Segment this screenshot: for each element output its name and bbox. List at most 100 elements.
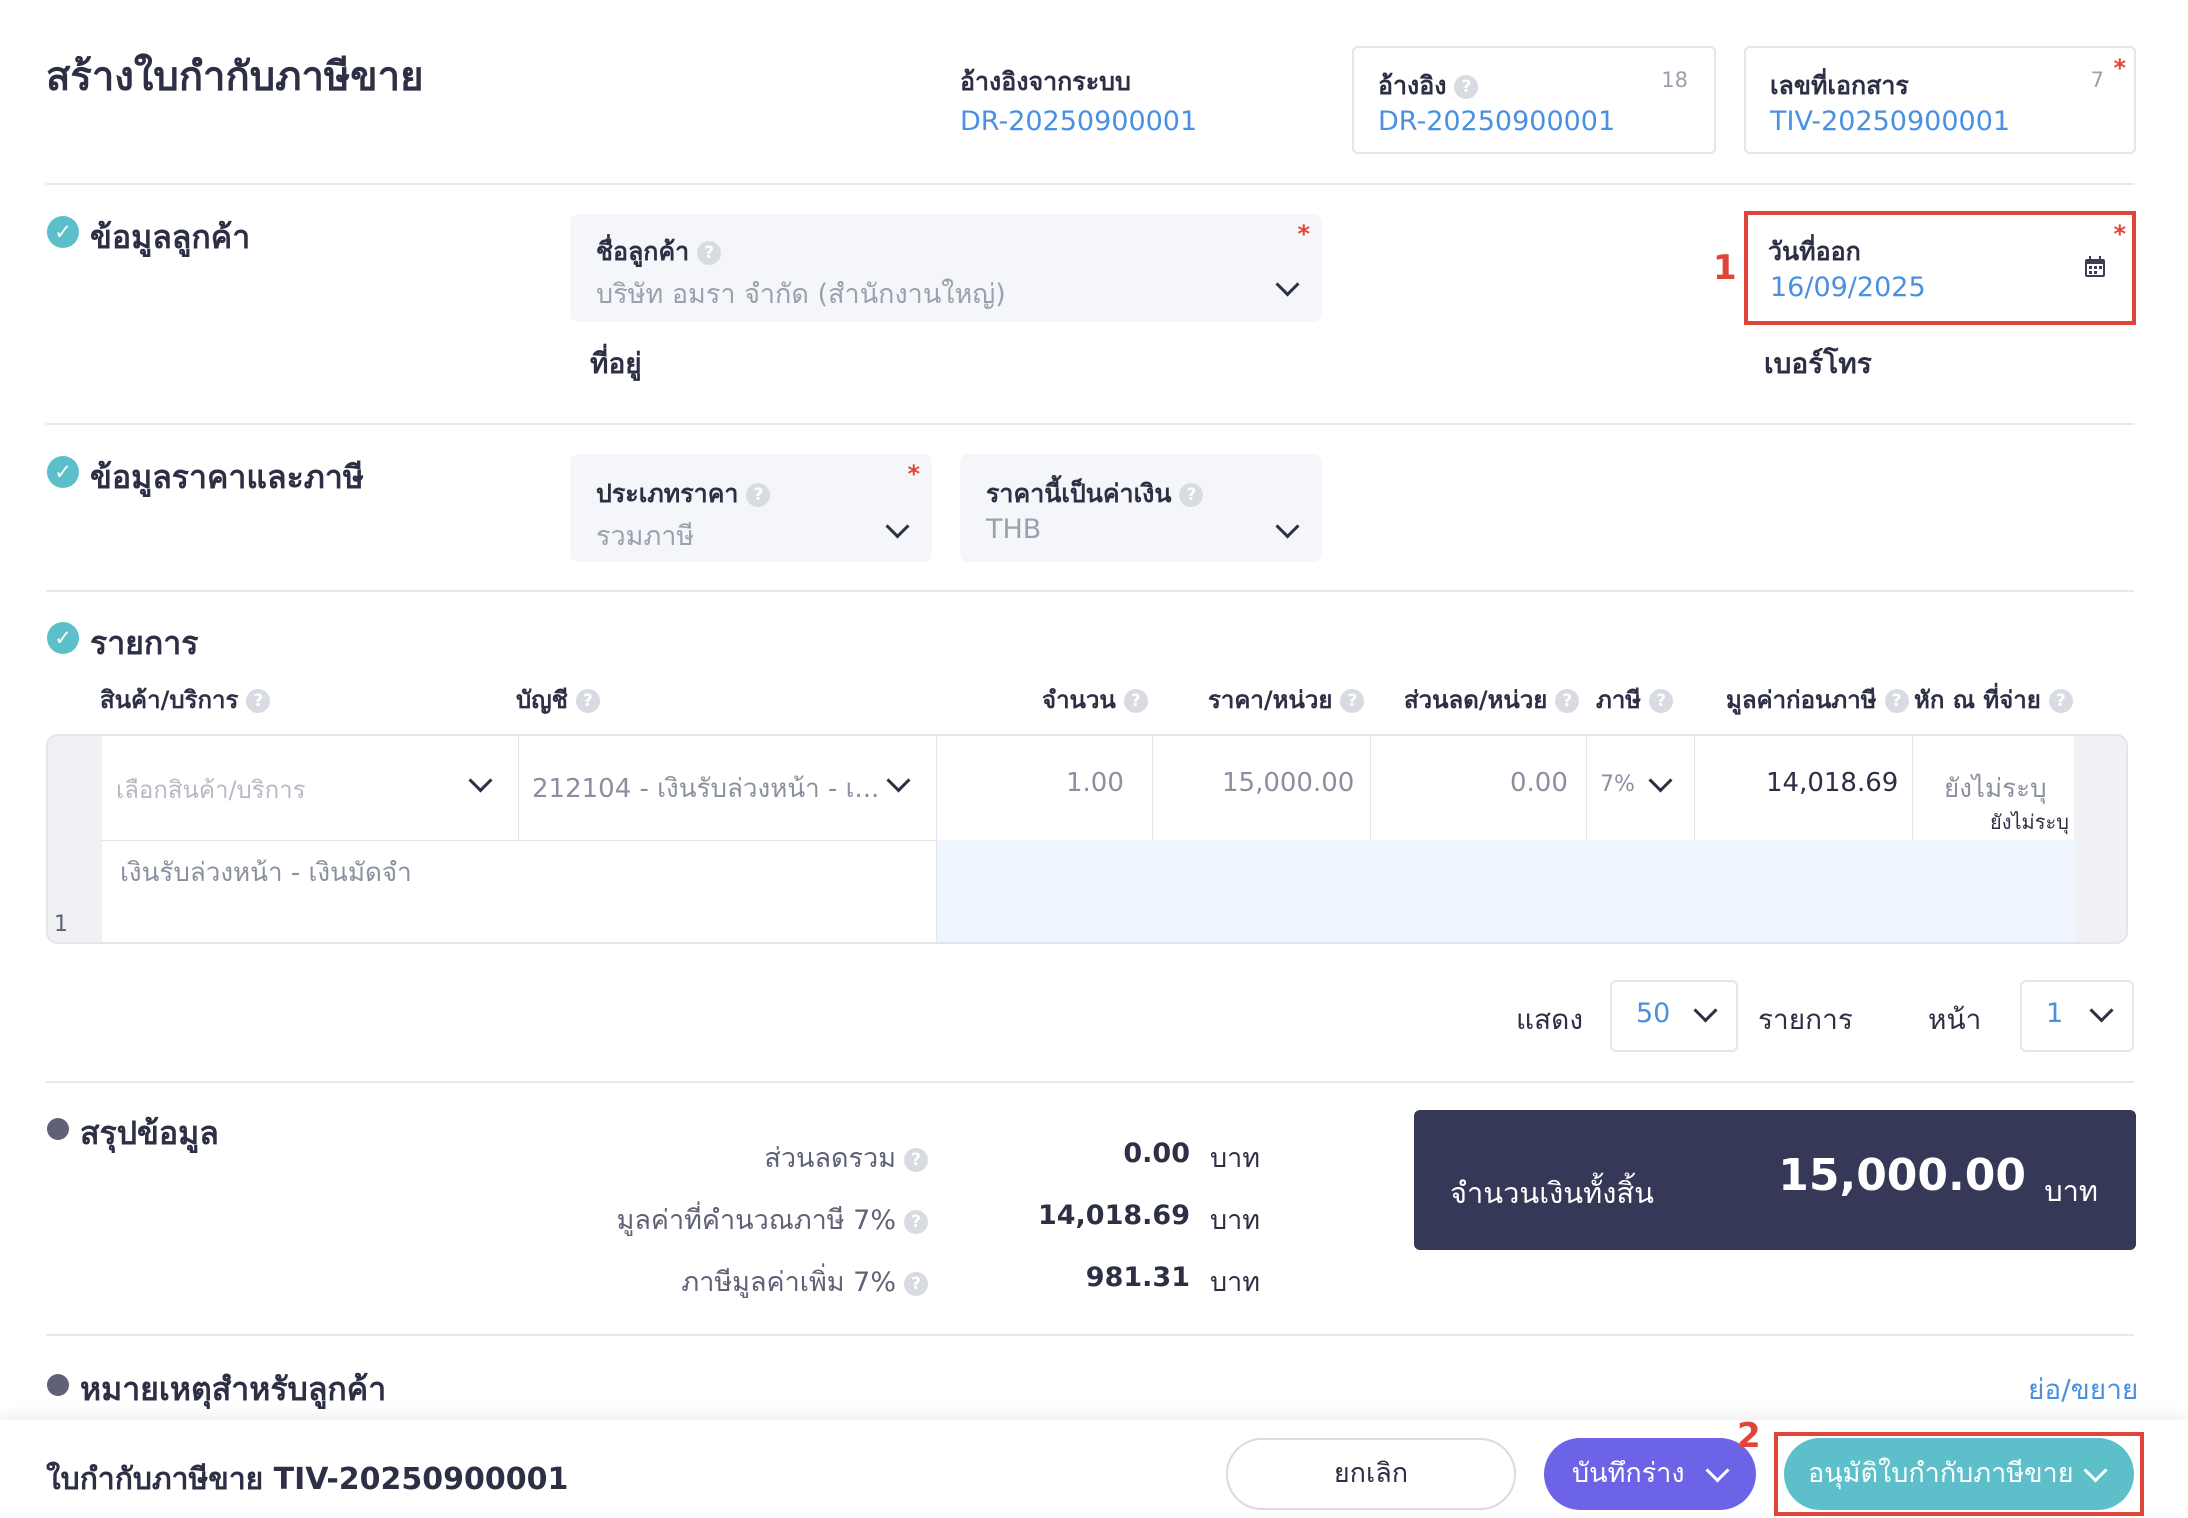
vat-label: ภาษีมูลค่าเพิ่ม 7%?	[681, 1260, 928, 1303]
taxable-amount-label: มูลค่าที่คำนวณภาษี 7%?	[617, 1198, 928, 1241]
chevron-down-icon	[1275, 514, 1300, 539]
help-icon[interactable]: ?	[1454, 75, 1479, 99]
system-ref-link[interactable]: DR-20250900001	[960, 106, 1197, 137]
annotation-highlight-1	[1744, 211, 2136, 325]
document-number-char-counter: 7	[2090, 68, 2104, 92]
help-icon[interactable]: ?	[575, 689, 600, 713]
help-icon[interactable]: ?	[1340, 689, 1365, 713]
help-icon[interactable]: ?	[904, 1147, 928, 1172]
help-icon[interactable]: ?	[246, 689, 271, 713]
item-description[interactable]: เงินรับล่วงหน้า - เงินมัดจำ	[120, 852, 412, 893]
phone-label: เบอร์โทร	[1764, 347, 1872, 380]
reference-value[interactable]: DR-20250900001	[1378, 106, 1615, 137]
save-draft-button[interactable]: บันทึกร่าง	[1544, 1438, 1756, 1510]
currency-select[interactable]: ราคานี้เป็นค่าเงิน? THB	[960, 454, 1322, 562]
taxable-amount-value: 14,018.69	[1037, 1200, 1190, 1231]
customer-section-title: ข้อมูลลูกค้า	[90, 218, 251, 256]
show-label: แสดง	[1516, 1003, 1583, 1036]
column-header-discount: ส่วนลด/หน่วย?	[1404, 680, 1580, 719]
per-page-value: 50	[1636, 998, 1671, 1029]
help-icon[interactable]: ?	[1649, 689, 1674, 713]
grand-total-unit: บาท	[2044, 1174, 2098, 1208]
footer-document-title: ใบกำกับภาษีขาย TIV-20250900001	[46, 1462, 569, 1497]
price-section-title: ข้อมูลราคาและภาษี	[90, 458, 364, 496]
chevron-down-icon	[1705, 1458, 1730, 1483]
help-icon[interactable]: ?	[1884, 689, 1909, 713]
document-number-value[interactable]: TIV-20250900001	[1770, 106, 2010, 137]
reference-char-counter: 18	[1661, 68, 1688, 92]
column-header-withholding: หัก ณ ที่จ่าย?	[1914, 680, 2073, 719]
help-icon[interactable]: ?	[904, 1271, 928, 1296]
divider	[46, 423, 2134, 425]
summary-section-title: สรุปข้อมูล	[80, 1114, 219, 1152]
account-select[interactable]: 212104 - เงินรับล่วงหน้า - เ...	[532, 768, 879, 809]
divider	[46, 1334, 2134, 1336]
column-header-quantity: จำนวน?	[1042, 680, 1148, 719]
customer-name-select[interactable]: ชื่อลูกค้า? * บริษัท อมรา จำกัด (สำนักงา…	[570, 214, 1322, 322]
document-number-field[interactable]: เลขที่เอกสาร 7 * TIV-20250900001	[1744, 46, 2136, 154]
page-label: หน้า	[1928, 1003, 1982, 1036]
check-icon: ✓	[47, 456, 79, 488]
required-asterisk: *	[2113, 54, 2126, 82]
customer-name-value: บริษัท อมรา จำกัด (สำนักงานใหญ่)	[596, 279, 1006, 310]
help-icon[interactable]: ?	[904, 1209, 928, 1234]
withholding-select[interactable]: ยังไม่ระบุ	[1944, 768, 2047, 809]
customer-name-label: ชื่อลูกค้า	[596, 237, 690, 266]
currency-unit: บาท	[1210, 1143, 1261, 1174]
items-section-title: รายการ	[90, 624, 199, 662]
chevron-down-icon	[885, 514, 910, 539]
required-asterisk: *	[907, 460, 920, 488]
divider	[46, 183, 2134, 185]
column-header-unit-price: ราคา/หน่วย?	[1208, 680, 1365, 719]
row-detail-area	[936, 840, 2076, 942]
collapse-expand-link[interactable]: ย่อ/ขยาย	[2028, 1368, 2138, 1412]
help-icon[interactable]: ?	[697, 241, 722, 265]
reference-label: อ้างอิง	[1378, 71, 1447, 100]
page-select[interactable]: 1	[2020, 980, 2134, 1052]
row-index: 1	[54, 912, 68, 937]
grand-total-value: 15,000.00	[1778, 1150, 2026, 1201]
check-icon: ✓	[47, 622, 79, 654]
required-asterisk: *	[1297, 220, 1310, 248]
tax-select[interactable]: 7%	[1600, 772, 1635, 797]
grand-total-panel: จำนวนเงินทั้งสิ้น 15,000.00 บาท	[1414, 1110, 2136, 1250]
divider	[46, 590, 2134, 592]
help-icon[interactable]: ?	[746, 483, 771, 507]
help-icon[interactable]: ?	[1555, 689, 1580, 713]
document-number-label: เลขที่เอกสาร	[1770, 71, 1909, 100]
cancel-button[interactable]: ยกเลิก	[1226, 1438, 1516, 1510]
help-icon[interactable]: ?	[2048, 689, 2073, 713]
currency-value: THB	[986, 514, 1042, 545]
currency-label: ราคานี้เป็นค่าเงิน	[986, 479, 1172, 508]
items-label: รายการ	[1758, 1003, 1853, 1036]
pre-tax-value: 14,018.69	[1766, 768, 1899, 798]
annotation-marker-2: 2	[1737, 1416, 1761, 1456]
notes-section-title: หมายเหตุสำหรับลูกค้า	[80, 1370, 387, 1408]
unit-price-input[interactable]: 15,000.00	[1222, 768, 1354, 798]
grand-total-label: จำนวนเงินทั้งสิ้น	[1450, 1176, 1654, 1210]
price-type-select[interactable]: ประเภทราคา? * รวมภาษี	[570, 454, 932, 562]
discount-total-value: 0.00	[1123, 1138, 1190, 1169]
column-header-pre-tax: มูลค่าก่อนภาษี?	[1726, 680, 1909, 719]
product-select[interactable]: เลือกสินค้า/บริการ	[116, 770, 306, 809]
per-page-select[interactable]: 50	[1610, 980, 1738, 1052]
annotation-highlight-2	[1774, 1432, 2144, 1516]
currency-unit: บาท	[1210, 1205, 1261, 1236]
divider	[46, 1081, 2134, 1083]
table-row	[46, 734, 2128, 944]
bullet-icon	[47, 1118, 69, 1140]
page-value: 1	[2046, 998, 2064, 1029]
discount-input[interactable]: 0.00	[1510, 768, 1568, 798]
bullet-icon	[47, 1374, 69, 1396]
column-header-account: บัญชี?	[516, 680, 600, 719]
chevron-down-icon	[1275, 272, 1300, 297]
help-icon[interactable]: ?	[1123, 689, 1148, 713]
system-ref-label: อ้างอิงจากระบบ	[960, 67, 1131, 96]
row-actions[interactable]	[2074, 736, 2126, 942]
quantity-input[interactable]: 1.00	[1066, 768, 1124, 798]
help-icon[interactable]: ?	[1179, 483, 1204, 507]
reference-field[interactable]: อ้างอิง? 18 DR-20250900001	[1352, 46, 1716, 154]
column-header-tax: ภาษี?	[1596, 680, 1674, 719]
address-label: ที่อยู่	[590, 347, 642, 380]
column-header-product: สินค้า/บริการ?	[100, 680, 271, 719]
